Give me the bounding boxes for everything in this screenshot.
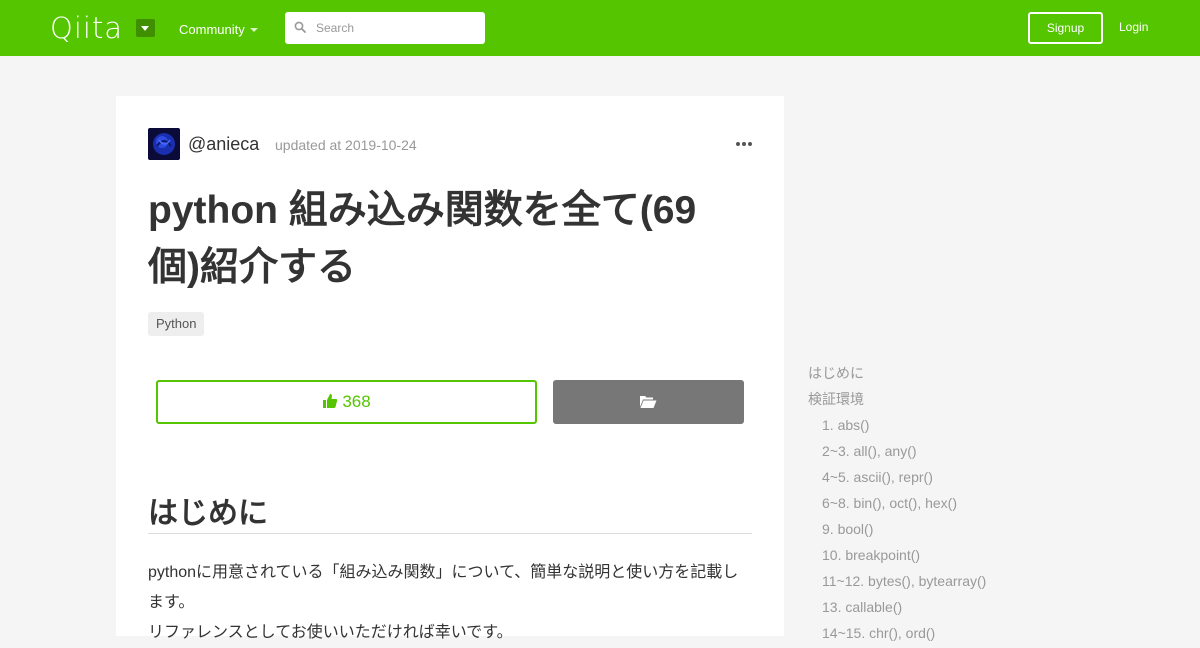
toc-item[interactable]: 2~3. all(), any() — [808, 440, 1108, 466]
chevron-down-icon[interactable] — [250, 28, 258, 32]
section-heading: はじめに — [148, 497, 268, 530]
paragraph: pythonに用意されている「組み込み関数」について、簡単な説明と使い方を記載し… — [148, 564, 739, 611]
toc-item[interactable]: 13. callable() — [808, 596, 1108, 622]
toc-item[interactable]: 検証環境 — [808, 388, 1108, 414]
table-of-contents: はじめに 検証環境 1. abs() 2~3. all(), any() 4~5… — [808, 362, 1108, 648]
updated-date: updated at 2019-10-24 — [275, 137, 417, 153]
toc-item[interactable]: 10. breakpoint() — [808, 544, 1108, 570]
toc-item[interactable]: 6~8. bin(), oct(), hex() — [808, 492, 1108, 518]
paragraph: リファレンスとしてお使いいただければ幸いです。 — [148, 624, 513, 641]
qiita-logo[interactable]: Qiita — [50, 11, 123, 45]
folder-open-icon — [640, 396, 657, 408]
toc-item[interactable]: 14~15. chr(), ord() — [808, 622, 1108, 648]
like-button[interactable]: 368 — [156, 380, 537, 424]
toc-item[interactable]: 9. bool() — [808, 518, 1108, 544]
stock-button[interactable] — [553, 380, 744, 424]
heading-divider — [148, 533, 752, 534]
thumbs-up-icon — [323, 394, 338, 408]
article-card: @anieca updated at 2019-10-24 python 組み込… — [116, 96, 784, 641]
toc-item[interactable]: 1. abs() — [808, 414, 1108, 440]
search-icon — [294, 21, 306, 33]
article-body: pythonに用意されている「組み込み関数」について、簡単な説明と使い方を記載し… — [148, 558, 748, 648]
community-menu[interactable]: Community — [179, 22, 245, 37]
avatar[interactable] — [148, 128, 180, 160]
author-name[interactable]: @anieca — [188, 134, 259, 155]
toc-item[interactable]: はじめに — [808, 362, 1108, 388]
signup-button[interactable]: Signup — [1028, 12, 1103, 44]
article-title: python 組み込み関数を全て(69個)紹介する — [148, 189, 697, 289]
login-link[interactable]: Login — [1119, 20, 1148, 34]
more-options-icon[interactable] — [736, 142, 752, 146]
tag-python[interactable]: Python — [148, 312, 205, 336]
toc-item[interactable]: 4~5. ascii(), repr() — [808, 466, 1108, 492]
toc-item[interactable]: 11~12. bytes(), bytearray() — [808, 570, 1108, 596]
search-box[interactable] — [285, 12, 485, 44]
search-input[interactable] — [316, 12, 476, 44]
logo-menu-caret-icon[interactable] — [136, 19, 155, 37]
like-count: 368 — [342, 392, 371, 411]
top-navbar: Qiita Community Signup Login — [0, 0, 1200, 56]
